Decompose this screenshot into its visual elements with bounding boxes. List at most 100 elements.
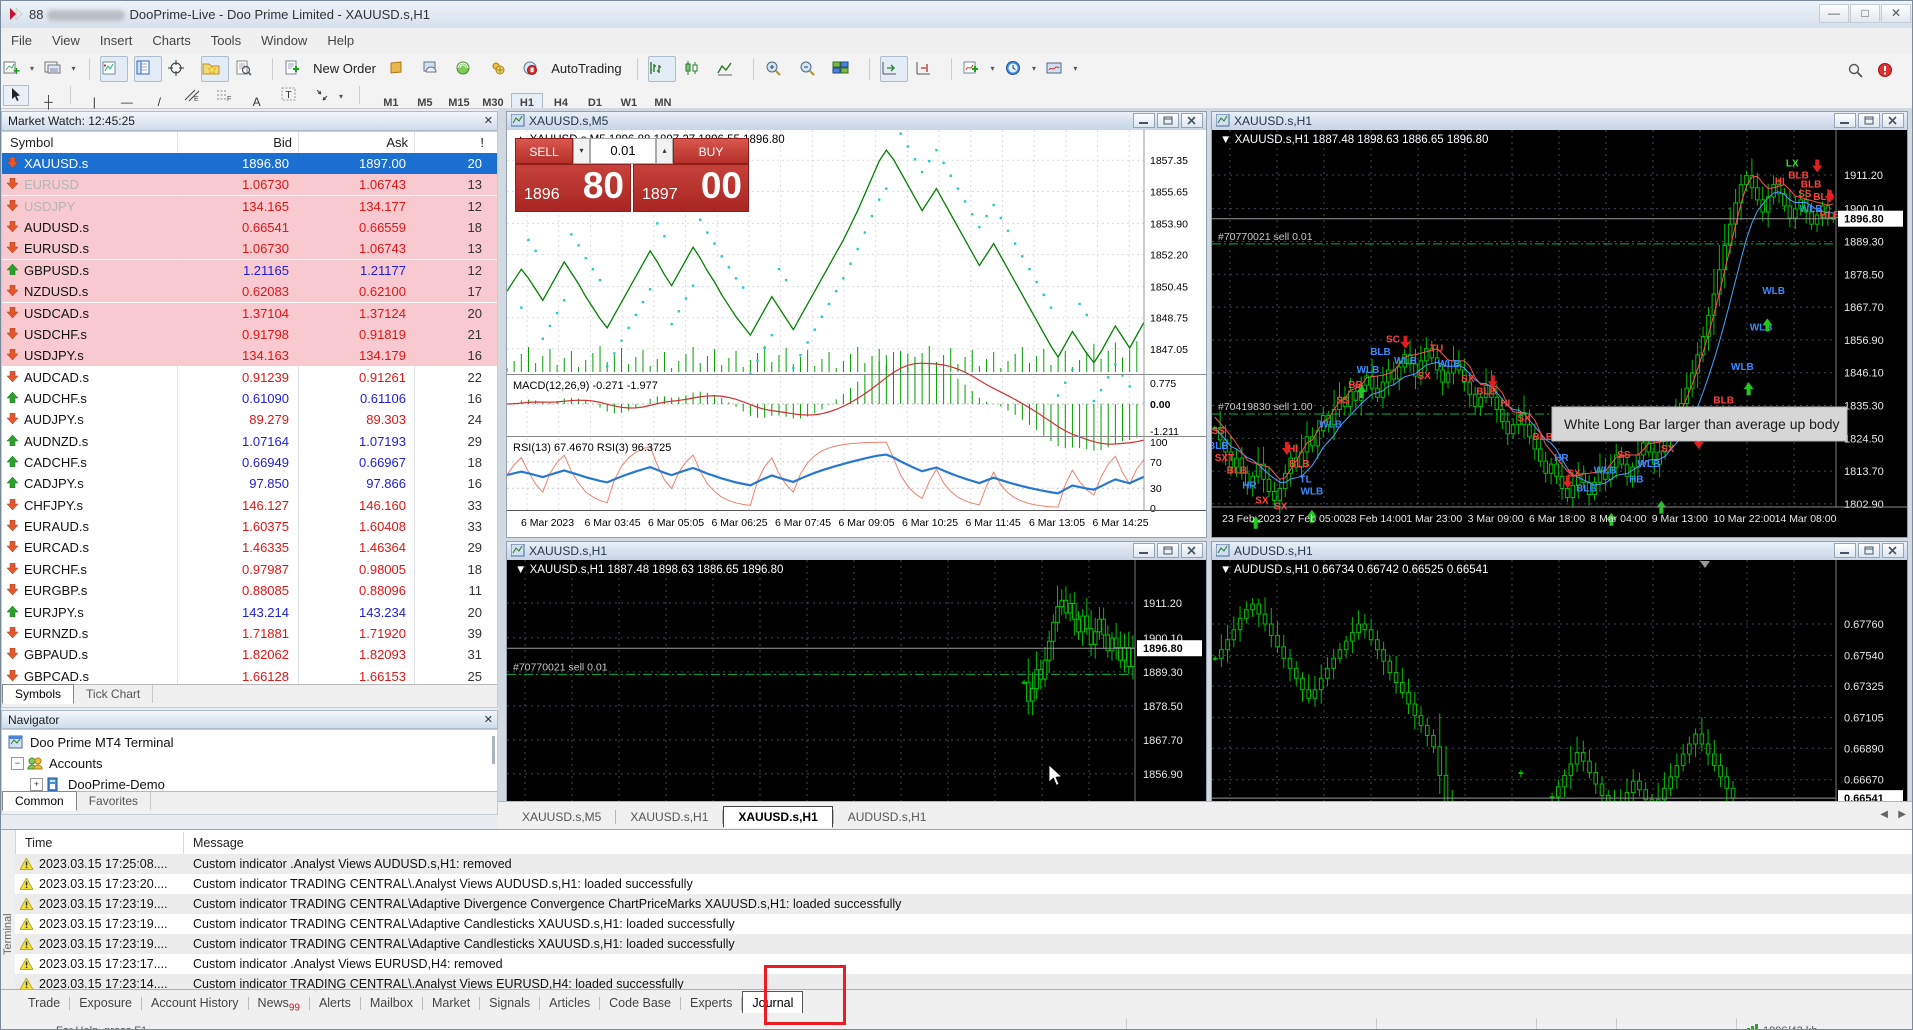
line-chart-button[interactable] <box>715 56 743 82</box>
tile-windows-button[interactable] <box>831 56 859 82</box>
timeframe-button-m5[interactable]: M5 <box>409 93 441 113</box>
sell-price-display[interactable]: 189680 <box>515 164 631 212</box>
market-watch-row[interactable]: USDJPY.s134.163134.17916 <box>2 345 497 366</box>
channel-tool[interactable]: E <box>179 85 205 106</box>
terminal-tab-market[interactable]: Market <box>423 992 479 1014</box>
new-order-icon[interactable] <box>283 56 311 82</box>
chart-window-titlebar[interactable]: AUDUSD.s,H1 <box>1212 542 1907 561</box>
market-watch-row[interactable]: EURCAD.s1.463351.4636429 <box>2 537 497 558</box>
new-chart-dropdown[interactable]: ▾ <box>30 64 34 73</box>
search-icon[interactable] <box>1846 58 1874 84</box>
fibonacci-tool[interactable]: F <box>211 85 237 106</box>
market-watch-row[interactable]: EURUSD.s1.067301.0674313 <box>2 238 497 259</box>
terminal-panel-icon[interactable] <box>421 56 449 82</box>
market-watch-toggle-button[interactable] <box>134 56 162 82</box>
zoom-in-button[interactable] <box>764 56 792 82</box>
zoom-out-button[interactable] <box>798 56 826 82</box>
navigator-item-accounts[interactable]: −Accounts <box>2 753 489 774</box>
market-watch-row[interactable]: EURUSD1.067301.0674313 <box>2 174 497 195</box>
collapse-box-icon[interactable]: − <box>11 757 24 770</box>
new-chart-button[interactable]: + <box>2 56 30 82</box>
market-watch-row[interactable]: CADJPY.s97.85097.86616 <box>2 473 497 494</box>
crosshair-tool[interactable]: ┼ <box>35 92 61 113</box>
autotrading-icon[interactable] <box>521 56 549 82</box>
terminal-tab-articles[interactable]: Articles <box>540 992 599 1014</box>
profiles-button[interactable] <box>43 56 71 82</box>
crosshair-button[interactable] <box>167 56 195 82</box>
chart-close-button[interactable] <box>1181 113 1203 128</box>
market-watch-row[interactable]: USDCAD.s1.371041.3712420 <box>2 303 497 324</box>
chart-minimize-button[interactable] <box>1834 543 1856 558</box>
navigator-tab-common[interactable]: Common <box>2 791 77 811</box>
chart-tab-3[interactable]: AUDUSD.s,H1 <box>834 807 941 827</box>
profiles-dropdown[interactable]: ▾ <box>71 64 75 73</box>
chart-restore-button[interactable] <box>1858 113 1880 128</box>
periods-button[interactable] <box>1004 56 1032 82</box>
chart-minimize-button[interactable] <box>1834 113 1856 128</box>
metaeditor-icon[interactable] <box>387 56 415 82</box>
col-spread[interactable]: ! <box>414 135 484 150</box>
chart-shift-button[interactable] <box>914 56 942 82</box>
chart-minimize-button[interactable] <box>1133 543 1155 558</box>
expert-advisors-icon[interactable] <box>488 56 516 82</box>
chart-close-button[interactable] <box>1882 543 1904 558</box>
journal-row[interactable]: 2023.03.15 17:23:19....Custom indicator … <box>15 894 1913 914</box>
navigator-toggle-button[interactable] <box>201 56 229 82</box>
candlestick-chart-button[interactable] <box>682 56 710 82</box>
journal-row[interactable]: 2023.03.15 17:25:08....Custom indicator … <box>15 854 1913 874</box>
menu-item-charts[interactable]: Charts <box>142 28 200 53</box>
horizontal-line-tool[interactable]: — <box>114 92 140 113</box>
buy-price-display[interactable]: 189700 <box>633 164 749 212</box>
chart-plot-b[interactable]: 1911.201900.101889.301878.501867.701856.… <box>1212 130 1907 537</box>
market-watch-row[interactable]: NZDUSD.s0.620830.6210017 <box>2 281 497 302</box>
market-watch-row[interactable]: EURGBP.s0.880850.8809611 <box>2 580 497 601</box>
chart-window-titlebar[interactable]: XAUUSD.s,H1 <box>1212 112 1907 131</box>
market-watch-row[interactable]: EURJPY.s143.214143.23420 <box>2 602 497 623</box>
menu-item-view[interactable]: View <box>42 28 90 53</box>
chart-window-titlebar[interactable]: XAUUSD.s,M5 <box>507 112 1206 131</box>
cursor-tool[interactable] <box>3 85 29 106</box>
autotrading-button[interactable]: AutoTrading <box>551 61 621 76</box>
terminal-tab-code-base[interactable]: Code Base <box>600 992 680 1014</box>
tabs-scroll-right-icon[interactable]: ▶ <box>1898 809 1906 820</box>
market-watch-tab-tick-chart[interactable]: Tick Chart <box>74 685 153 703</box>
periods-dropdown[interactable]: ▾ <box>1032 64 1036 73</box>
navigator-tab-favorites[interactable]: Favorites <box>77 792 151 810</box>
market-watch-row[interactable]: EURNZD.s1.718811.7192039 <box>2 623 497 644</box>
tick-chart-toggle-button[interactable] <box>100 56 128 82</box>
chart-tab-1[interactable]: XAUUSD.s,H1 <box>616 807 722 827</box>
journal-row[interactable]: 2023.03.15 17:23:19....Custom indicator … <box>15 934 1913 954</box>
chart-restore-button[interactable] <box>1858 543 1880 558</box>
market-watch-row[interactable]: CADCHF.s0.669490.6696718 <box>2 452 497 473</box>
journal-row[interactable]: 2023.03.15 17:23:17....Custom indicator … <box>15 954 1913 974</box>
bar-chart-button[interactable] <box>648 56 676 82</box>
terminal-tab-signals[interactable]: Signals <box>480 992 539 1014</box>
chart-canvas[interactable]: 1911.201900.101889.301878.501867.701856.… <box>507 560 1206 810</box>
indicators-button[interactable] <box>962 56 990 82</box>
market-watch-row[interactable]: AUDJPY.s89.27989.30324 <box>2 409 497 430</box>
chart-close-button[interactable] <box>1181 543 1203 558</box>
maximize-button[interactable]: □ <box>1850 4 1880 23</box>
chart-canvas[interactable]: 0.677600.675400.673250.671050.668900.666… <box>1212 560 1907 810</box>
col-ask[interactable]: Ask <box>298 135 408 150</box>
market-watch-row[interactable]: AUDUSD.s0.665410.6655918 <box>2 217 497 238</box>
market-watch-close-icon[interactable]: ✕ <box>484 114 493 127</box>
chart-tab-2[interactable]: XAUUSD.s,H1 <box>723 806 832 828</box>
volume-down-stepper[interactable]: ▾ <box>573 138 590 164</box>
chart-restore-button[interactable] <box>1157 543 1179 558</box>
terminal-tab-account-history[interactable]: Account History <box>142 992 248 1014</box>
minimize-button[interactable]: — <box>1819 4 1849 23</box>
chart-minimize-button[interactable] <box>1133 113 1155 128</box>
signals-icon[interactable] <box>454 56 482 82</box>
indicators-dropdown[interactable]: ▾ <box>990 64 994 73</box>
market-watch-row[interactable]: AUDNZD.s1.071641.0719329 <box>2 431 497 452</box>
market-watch-tab-symbols[interactable]: Symbols <box>2 684 74 704</box>
menu-item-file[interactable]: File <box>1 28 42 53</box>
menu-item-insert[interactable]: Insert <box>90 28 143 53</box>
volume-input[interactable]: 0.01 <box>590 138 656 164</box>
close-button[interactable]: ✕ <box>1881 4 1911 23</box>
tabs-scroll-left-icon[interactable]: ◀ <box>1880 809 1888 820</box>
menu-item-help[interactable]: Help <box>317 28 364 53</box>
expand-box-icon[interactable]: + <box>30 778 43 791</box>
timeframe-button-m1[interactable]: M1 <box>375 93 407 113</box>
